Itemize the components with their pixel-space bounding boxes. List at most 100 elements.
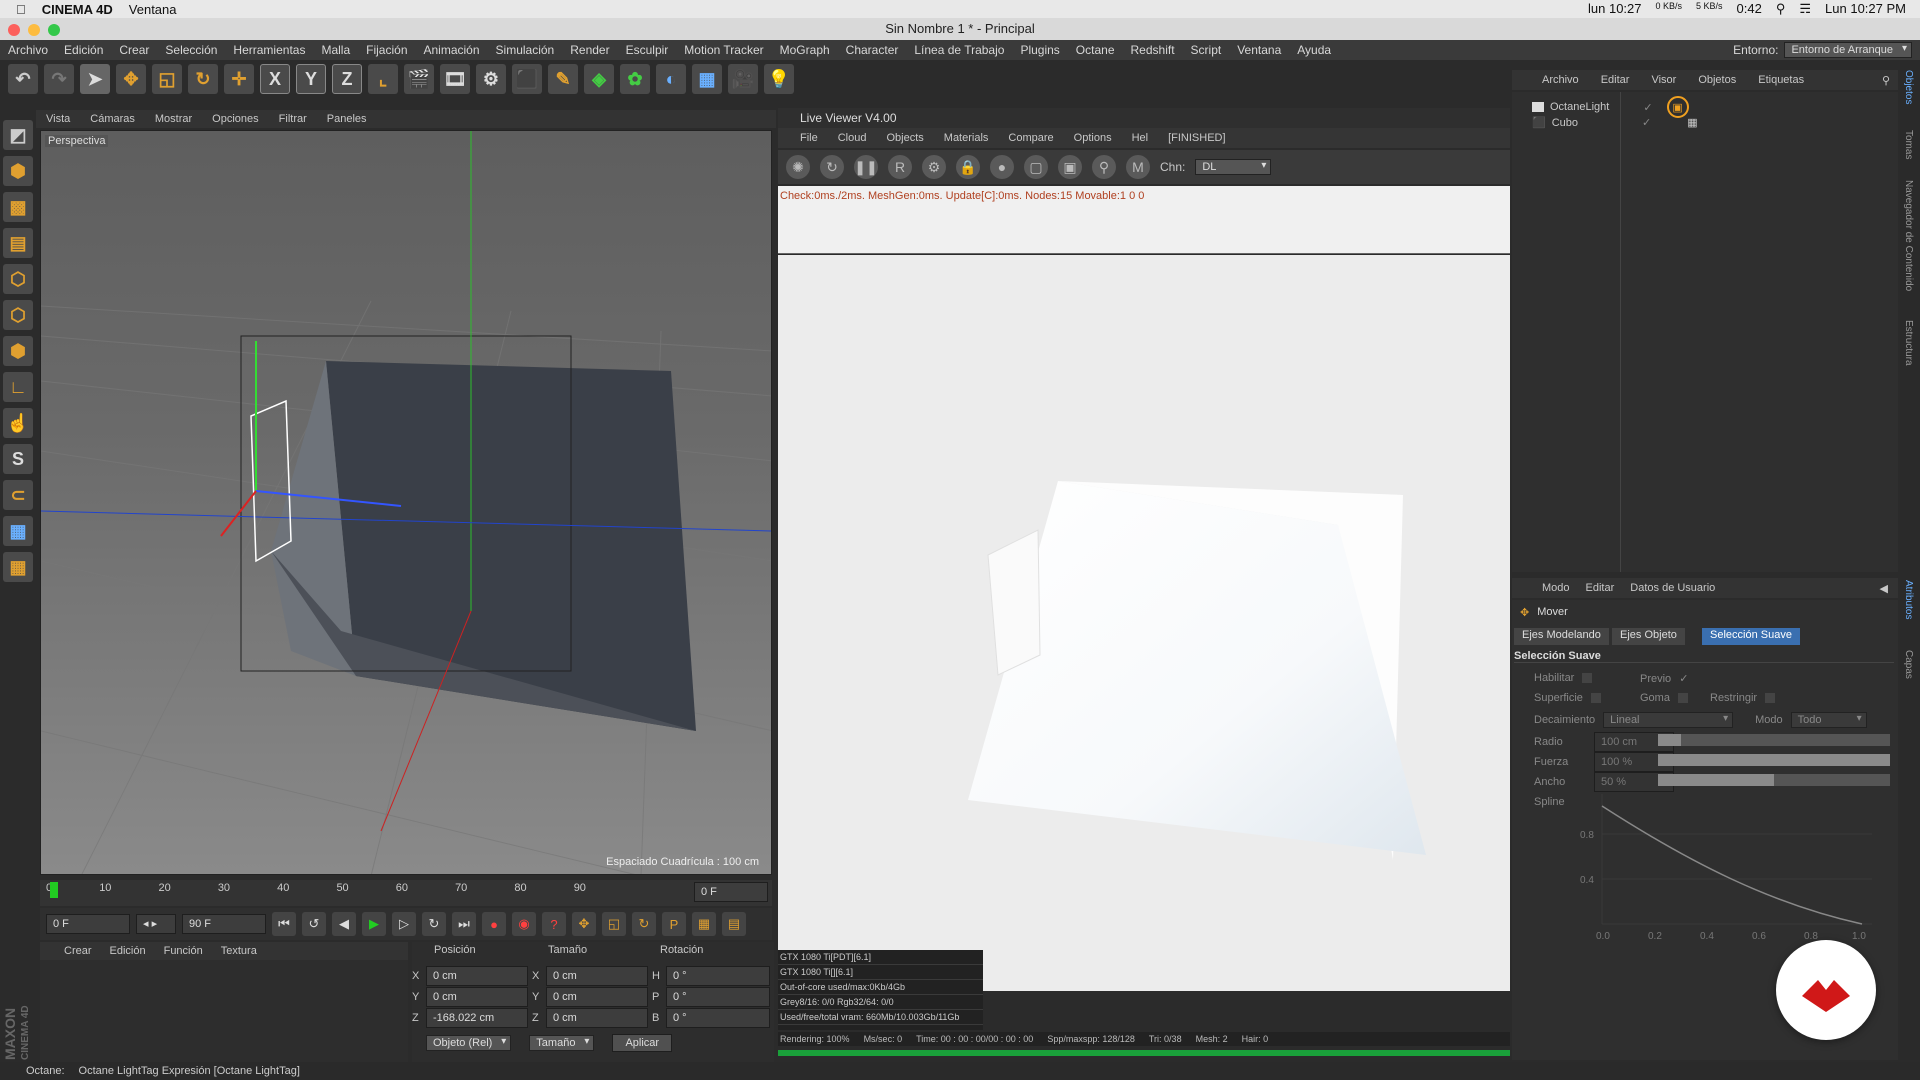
- end-frame-field[interactable]: 90 F: [182, 914, 266, 934]
- size-y-field[interactable]: 0 cm: [546, 987, 648, 1007]
- select-arrow-icon[interactable]: ➤: [80, 64, 110, 94]
- menu-octane[interactable]: Octane: [1068, 43, 1123, 57]
- side-tab-tomas[interactable]: Tomas: [1903, 130, 1914, 159]
- scene-icon[interactable]: ▦: [692, 64, 722, 94]
- key-pla-icon[interactable]: ▦: [692, 912, 716, 936]
- position-y-field[interactable]: 0 cm: [426, 987, 528, 1007]
- go-to-end-icon[interactable]: ⏭: [452, 912, 476, 936]
- coordinate-system-icon[interactable]: ⌞: [368, 64, 398, 94]
- fuerza-slider[interactable]: [1658, 754, 1890, 766]
- wifi-icon[interactable]: ☴: [1799, 1, 1811, 17]
- camera-icon[interactable]: 🎥: [728, 64, 758, 94]
- axis-mode-icon[interactable]: ∟: [3, 372, 33, 402]
- previo-checkbox[interactable]: ✓: [1679, 672, 1688, 685]
- attr-menu-modo[interactable]: Modo: [1542, 582, 1570, 594]
- visibility-icon[interactable]: ✓: [1642, 116, 1651, 129]
- restringir-checkbox[interactable]: [1765, 693, 1776, 703]
- current-frame-field[interactable]: 0 F: [694, 882, 768, 902]
- workplane-icon[interactable]: ▤: [3, 228, 33, 258]
- pause-icon[interactable]: ❚❚: [854, 155, 878, 179]
- spline-graph[interactable]: 0.8 0.4 0.0 0.2 0.4 0.6 0.8 1.0: [1572, 794, 1872, 944]
- materials-menu-textura[interactable]: Textura: [221, 945, 257, 957]
- scale-icon[interactable]: ◱: [152, 64, 182, 94]
- menu-render[interactable]: Render: [562, 43, 617, 57]
- menu-plugins[interactable]: Plugins: [1012, 43, 1067, 57]
- texture-mode-icon[interactable]: ▩: [3, 192, 33, 222]
- ancho-slider[interactable]: [1658, 774, 1890, 786]
- key-scale-icon[interactable]: ◱: [602, 912, 626, 936]
- step-forward-icon[interactable]: ▷: [392, 912, 416, 936]
- menu-simulacion[interactable]: Simulación: [488, 43, 563, 57]
- cube-icon[interactable]: ⬛: [512, 64, 542, 94]
- rotation-b-field[interactable]: 0 °: [666, 1008, 770, 1028]
- lv-menu-compare[interactable]: Compare: [1008, 132, 1053, 144]
- size-mode-dropdown[interactable]: Tamaño: [529, 1035, 595, 1051]
- perspective-viewport[interactable]: Perspectiva Espaciado Cuadrícula : 100 c…: [40, 130, 772, 875]
- side-tab-navegador[interactable]: Navegador de Contenido: [1903, 180, 1914, 291]
- timeline-window-icon[interactable]: ▤: [722, 912, 746, 936]
- obj-menu-visor[interactable]: Visor: [1651, 74, 1676, 86]
- y-axis-lock-icon[interactable]: Y: [296, 64, 326, 94]
- search-icon[interactable]: ⚲: [1882, 74, 1890, 87]
- apple-icon[interactable]: : [16, 2, 26, 17]
- environment-dropdown[interactable]: Entorno de Arranque: [1784, 42, 1912, 58]
- menu-animacion[interactable]: Animación: [416, 43, 488, 57]
- render-picture-viewer-icon[interactable]: 🎞: [440, 64, 470, 94]
- mac-clock-right[interactable]: Lun 10:27 PM: [1825, 1, 1906, 17]
- coordinate-mode-dropdown[interactable]: Objeto (Rel): [426, 1035, 512, 1051]
- materials-panel[interactable]: [40, 960, 408, 1062]
- model-mode-icon[interactable]: ⬢: [3, 156, 33, 186]
- obj-menu-objetos[interactable]: Objetos: [1698, 74, 1736, 86]
- back-arrow-icon[interactable]: ◀: [1880, 582, 1888, 595]
- modo-dropdown[interactable]: Todo: [1790, 712, 1867, 728]
- size-z-field[interactable]: 0 cm: [546, 1008, 648, 1028]
- size-x-field[interactable]: 0 cm: [546, 966, 648, 986]
- render-view-icon[interactable]: 🎬: [404, 64, 434, 94]
- pick-material-icon[interactable]: M: [1126, 155, 1150, 179]
- lv-menu-file[interactable]: File: [800, 132, 818, 144]
- loop-icon[interactable]: ↺: [302, 912, 326, 936]
- key-param-icon[interactable]: P: [662, 912, 686, 936]
- frame-icon[interactable]: ▢: [1024, 155, 1048, 179]
- snap-icon[interactable]: S: [3, 444, 33, 474]
- tab-ejes-objeto[interactable]: Ejes Objeto: [1612, 628, 1685, 645]
- obj-menu-etiquetas[interactable]: Etiquetas: [1758, 74, 1804, 86]
- move-icon[interactable]: ✥: [116, 64, 146, 94]
- menu-ayuda[interactable]: Ayuda: [1289, 43, 1339, 57]
- obj-menu-editar[interactable]: Editar: [1601, 74, 1630, 86]
- settings-icon[interactable]: ⚙: [922, 155, 946, 179]
- playhead[interactable]: [50, 882, 58, 898]
- attr-menu-editar[interactable]: Editar: [1586, 582, 1615, 594]
- apply-button[interactable]: Aplicar: [612, 1034, 673, 1052]
- timeline[interactable]: 0 10 20 30 40 50 60 70 80 90 0 F: [40, 880, 772, 906]
- rotation-h-field[interactable]: 0 °: [666, 966, 770, 986]
- key-position-icon[interactable]: ✥: [572, 912, 596, 936]
- send-scene-icon[interactable]: ✺: [786, 155, 810, 179]
- deformer-icon[interactable]: ◐: [656, 64, 686, 94]
- rotation-p-field[interactable]: 0 °: [666, 987, 770, 1007]
- region-render-icon[interactable]: R: [888, 155, 912, 179]
- tab-ejes-modelando[interactable]: Ejes Modelando: [1514, 628, 1609, 645]
- clay-mode-icon[interactable]: ▣: [1058, 155, 1082, 179]
- side-tab-atributos[interactable]: Atributos: [1903, 580, 1914, 619]
- lv-menu-materials[interactable]: Materials: [944, 132, 989, 144]
- materials-menu-funcion[interactable]: Función: [164, 945, 203, 957]
- redo-icon[interactable]: ↷: [44, 64, 74, 94]
- z-axis-lock-icon[interactable]: Z: [332, 64, 362, 94]
- object-name-cubo[interactable]: Cubo: [1552, 117, 1578, 129]
- restart-render-icon[interactable]: ↻: [820, 155, 844, 179]
- edges-mode-icon[interactable]: ⬡: [3, 300, 33, 330]
- object-row[interactable]: ⬛ Cubo ✓ ▦: [1532, 116, 1698, 130]
- menu-mograph[interactable]: MoGraph: [772, 43, 838, 57]
- lv-menu-options[interactable]: Options: [1074, 132, 1112, 144]
- menu-malla[interactable]: Malla: [313, 43, 358, 57]
- menu-script[interactable]: Script: [1183, 43, 1230, 57]
- magnet-icon[interactable]: ⊂: [3, 480, 33, 510]
- live-viewer-render[interactable]: [778, 255, 1510, 991]
- pen-icon[interactable]: ✎: [548, 64, 578, 94]
- reverse-loop-icon[interactable]: ↻: [422, 912, 446, 936]
- lv-menu-cloud[interactable]: Cloud: [838, 132, 867, 144]
- menu-crear[interactable]: Crear: [111, 43, 157, 57]
- subdivision-icon[interactable]: ◈: [584, 64, 614, 94]
- tweak-icon[interactable]: ☝: [3, 408, 33, 438]
